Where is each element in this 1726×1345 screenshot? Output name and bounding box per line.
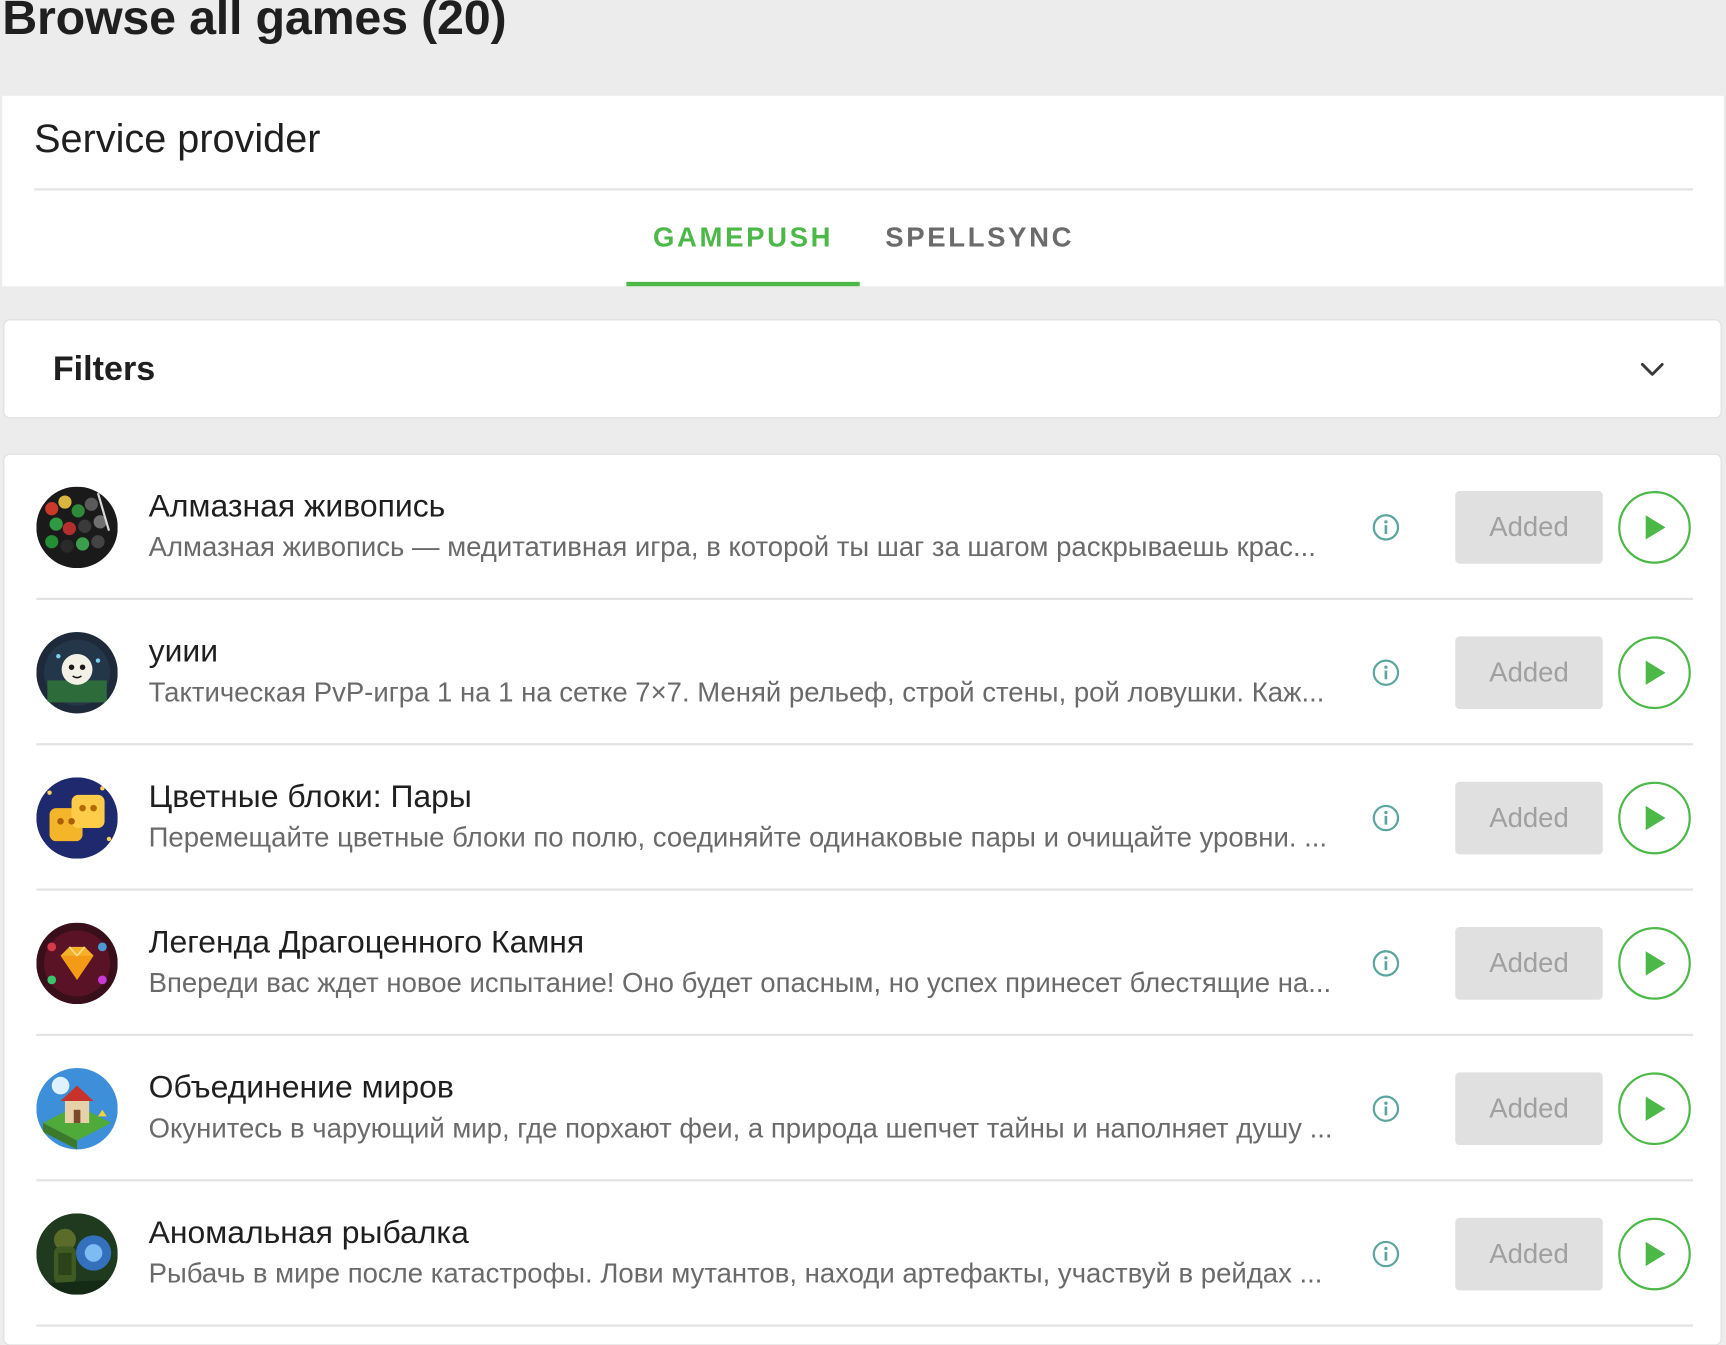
game-thumbnail[interactable] (36, 1067, 118, 1150)
info-icon[interactable] (1372, 513, 1401, 542)
added-button[interactable]: Added (1455, 491, 1603, 564)
game-description: Алмазная живопись — медитативная игра, в… (148, 531, 1316, 563)
info-icon[interactable] (1372, 658, 1401, 687)
divider (36, 1324, 1694, 1327)
added-button[interactable]: Added (1455, 1072, 1603, 1146)
play-icon (1645, 805, 1666, 831)
play-button[interactable] (1618, 491, 1691, 564)
game-row: Легенда Драгоценного Камня Впереди вас ж… (4, 891, 1722, 1037)
game-title[interactable]: Аномальная рыбалка (149, 1216, 469, 1252)
added-button[interactable]: Added (1455, 927, 1603, 1000)
play-button[interactable] (1618, 1072, 1691, 1146)
play-icon (1645, 515, 1666, 540)
info-icon[interactable] (1372, 1240, 1401, 1269)
play-button[interactable] (1618, 1217, 1691, 1291)
play-button[interactable] (1618, 636, 1691, 710)
game-description: Впереди вас ждет новое испытание! Оно бу… (148, 967, 1332, 999)
service-provider-title: Service provider (34, 115, 321, 161)
game-title[interactable]: Легенда Драгоценного Камня (149, 925, 585, 961)
game-row: уиии Тактическая PvP-игра 1 на 1 на сетк… (4, 600, 1722, 746)
service-provider-panel: Service provider GAMEPUSH SPELLSYNC (2, 95, 1724, 287)
play-icon (1645, 951, 1666, 976)
play-icon (1645, 1096, 1666, 1121)
game-thumbnail[interactable] (36, 1213, 118, 1295)
added-button[interactable]: Added (1455, 1217, 1603, 1291)
chevron-down-icon[interactable] (1639, 356, 1665, 382)
play-button[interactable] (1618, 781, 1691, 855)
play-icon (1645, 660, 1666, 685)
stage: Browse all games (20) Service provider G… (0, 0, 1726, 1345)
game-description: Окунитесь в чарующий мир, где порхают фе… (148, 1113, 1333, 1144)
added-button[interactable]: Added (1455, 636, 1603, 710)
game-thumbnail[interactable] (36, 777, 118, 859)
game-title[interactable]: Объединение миров (149, 1070, 454, 1106)
game-row: Цветные блоки: Пары Перемещайте цветные … (4, 745, 1722, 891)
play-button[interactable] (1618, 927, 1691, 1000)
divider (34, 188, 1694, 191)
added-button[interactable]: Added (1455, 781, 1603, 855)
game-title[interactable]: Цветные блоки: Пары (149, 780, 472, 816)
game-description: Тактическая PvP-игра 1 на 1 на сетке 7×7… (148, 677, 1325, 708)
info-icon[interactable] (1372, 1094, 1401, 1123)
game-row: Алмазная живопись Алмазная живопись — ме… (4, 455, 1722, 601)
info-icon[interactable] (1372, 949, 1401, 978)
info-icon[interactable] (1372, 804, 1401, 833)
filters-panel[interactable]: Filters (3, 319, 1722, 419)
tab-spellsync[interactable]: SPELLSYNC (872, 190, 1088, 286)
game-thumbnail[interactable] (36, 631, 118, 714)
game-description: Рыбачь в мире после катастрофы. Лови мут… (148, 1258, 1323, 1290)
play-icon (1645, 1241, 1666, 1267)
page-title: Browse all games (20) (2, 0, 507, 46)
game-title[interactable]: уиии (149, 634, 218, 670)
game-row: Аномальная рыбалка Рыбачь в мире после к… (4, 1181, 1722, 1327)
game-thumbnail[interactable] (36, 922, 118, 1005)
game-thumbnail[interactable] (36, 486, 118, 569)
filters-label: Filters (52, 349, 156, 388)
game-row: Объединение миров Окунитесь в чарующий м… (4, 1036, 1722, 1182)
games-list: Алмазная живопись Алмазная живопись — ме… (3, 453, 1722, 1345)
game-title[interactable]: Алмазная живопись (149, 489, 446, 525)
game-description: Перемещайте цветные блоки по полю, соеди… (148, 822, 1328, 854)
tab-gamepush[interactable]: GAMEPUSH (626, 190, 860, 287)
